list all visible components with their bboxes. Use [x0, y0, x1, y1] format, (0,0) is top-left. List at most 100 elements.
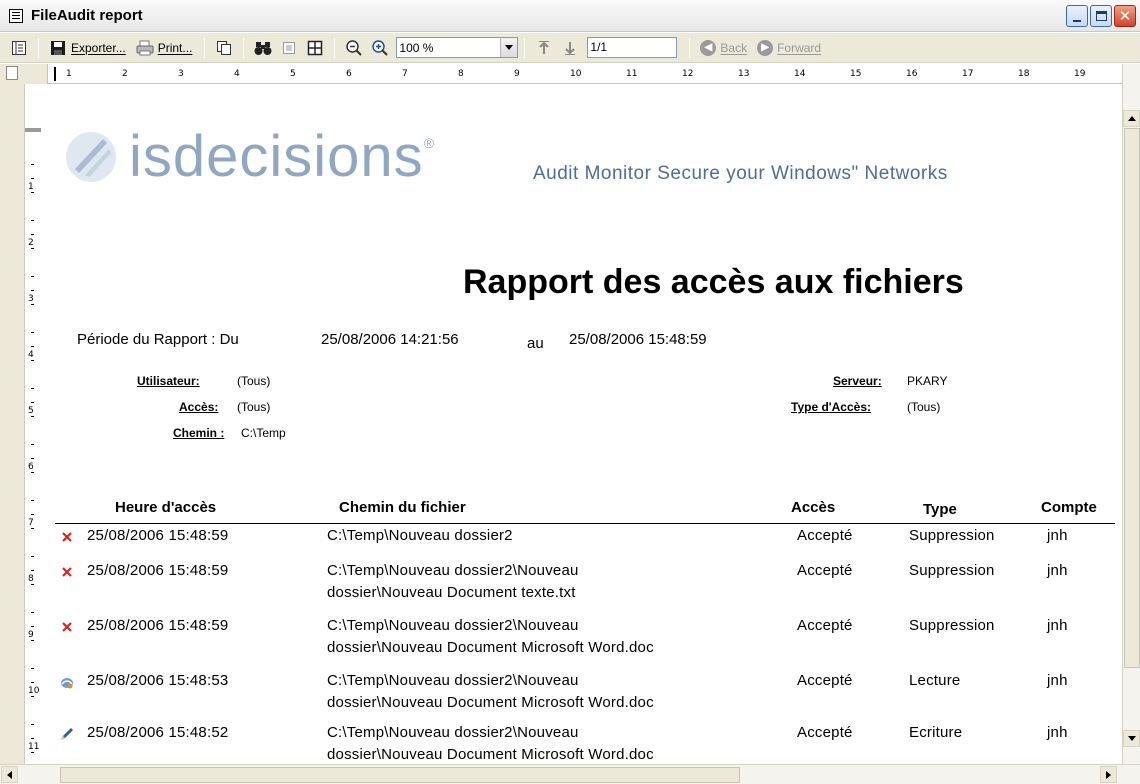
ruler-mark: 9 — [28, 630, 34, 640]
forward-arrow-icon[interactable]: ▶ — [757, 39, 774, 56]
next-page-button[interactable] — [560, 38, 580, 58]
row-path-continued: dossier\Nouveau Document texte.txt — [327, 584, 576, 601]
single-page-button[interactable] — [279, 38, 299, 58]
ruler-tick — [31, 192, 34, 193]
horizontal-scroll-thumb[interactable] — [60, 767, 740, 783]
row-account: jnh — [1047, 617, 1068, 634]
ruler-tick — [31, 346, 34, 347]
maximize-button[interactable] — [1090, 5, 1112, 27]
maximize-icon — [1095, 11, 1107, 21]
write-icon — [59, 726, 75, 742]
horizontal-scrollbar[interactable] — [0, 764, 1140, 784]
minimize-button[interactable] — [1066, 5, 1088, 27]
print-icon-button[interactable] — [135, 38, 155, 58]
row-time: 25/08/2006 15:48:59 — [87, 617, 229, 634]
multi-page-button[interactable] — [305, 38, 325, 58]
zoom-select[interactable]: 100 % — [396, 37, 519, 58]
window-title: FileAudit report — [31, 7, 143, 24]
single-page-icon — [283, 41, 296, 54]
ruler-mark: 11 — [28, 742, 40, 752]
ruler-top-marker — [25, 128, 41, 132]
zoom-dropdown-button[interactable] — [500, 38, 518, 57]
path-filter-value: C:\Temp — [241, 426, 286, 440]
header-divider — [55, 523, 1115, 524]
row-path: C:\Temp\Nouveau dossier2\Nouveau — [327, 672, 579, 689]
scroll-right-button[interactable] — [1100, 766, 1117, 783]
zoom-in-button[interactable] — [370, 38, 390, 58]
ruler-tick — [31, 178, 34, 179]
previous-page-button[interactable] — [534, 38, 554, 58]
ruler-mark: 6 — [346, 69, 352, 79]
row-path: C:\Temp\Nouveau dossier2\Nouveau — [327, 724, 579, 741]
row-path: C:\Temp\Nouveau dossier2\Nouveau — [327, 617, 579, 634]
ruler-mark: 9 — [514, 69, 520, 79]
ruler-mark: 13 — [738, 69, 750, 79]
ruler-mark: 2 — [122, 69, 128, 79]
ruler-tick — [31, 444, 34, 445]
ruler-tick — [31, 668, 34, 669]
column-header-time: Heure d'accès — [115, 499, 217, 516]
row-account: jnh — [1047, 562, 1068, 579]
ruler-tick — [31, 696, 34, 697]
print-button[interactable]: Print... — [158, 41, 193, 55]
close-button[interactable]: ✕ — [1114, 5, 1136, 27]
report-title: Rapport des accès aux fichiers — [463, 263, 964, 301]
ruler-mark: 19 — [1074, 69, 1086, 79]
ruler-tick — [31, 514, 34, 515]
vertical-scrollbar[interactable] — [1122, 64, 1140, 764]
back-arrow-icon[interactable]: ◀ — [700, 39, 717, 56]
logo-text: isdecisions — [129, 124, 424, 189]
row-path-continued: dossier\Nouveau Document Microsoft Word.… — [327, 746, 654, 763]
back-button[interactable]: Back — [720, 41, 747, 55]
ruler-tick — [31, 304, 34, 305]
arrow-right-icon — [1106, 770, 1111, 779]
page-down-icon — [565, 41, 576, 55]
ruler-mark: 4 — [28, 350, 34, 360]
zoom-out-button[interactable] — [344, 38, 364, 58]
ruler-tick — [31, 416, 34, 417]
scroll-down-button[interactable] — [1123, 730, 1140, 747]
ruler-tick — [31, 570, 34, 571]
period-to-label: au — [527, 335, 544, 352]
toggle-tree-button[interactable] — [9, 38, 29, 58]
export-button[interactable]: Exporter... — [71, 41, 126, 55]
ruler-tick — [31, 682, 34, 683]
row-access: Accepté — [797, 617, 853, 634]
toolbar-separator — [204, 37, 206, 58]
ruler-mark: 11 — [626, 69, 638, 79]
ruler-mark: 3 — [178, 69, 184, 79]
ruler-mark: 18 — [1018, 69, 1030, 79]
row-time: 25/08/2006 15:48:53 — [87, 672, 229, 689]
ruler-corner-box — [6, 66, 18, 80]
ruler-tick — [31, 724, 34, 725]
ruler-corner — [0, 64, 48, 84]
page-number-input[interactable]: 1/1 — [587, 37, 678, 58]
ruler-mark: 12 — [682, 69, 694, 79]
copy-button[interactable] — [214, 38, 234, 58]
close-icon: ✕ — [1118, 6, 1132, 25]
toolbar-separator — [38, 37, 39, 58]
tree-panel-icon — [12, 40, 26, 55]
ruler-mark: 4 — [234, 69, 240, 79]
toolbar: Exporter... Print... 100 % 1/1 ◀ Back ▶ … — [0, 33, 1140, 63]
access-type-filter-value: (Tous) — [907, 400, 941, 414]
ruler-tick — [31, 752, 34, 753]
forward-button[interactable]: Forward — [777, 41, 821, 55]
delete-icon — [59, 529, 75, 545]
row-type: Suppression — [909, 617, 995, 634]
row-type: Suppression — [909, 527, 995, 544]
arrow-up-icon — [1127, 116, 1136, 121]
read-icon — [59, 674, 75, 690]
registered-mark: ® — [423, 135, 435, 151]
export-icon-button[interactable] — [48, 38, 68, 58]
ruler-tick — [31, 360, 34, 361]
find-button[interactable] — [253, 38, 273, 58]
ruler-mark: 1 — [28, 182, 34, 192]
scroll-left-button[interactable] — [1, 766, 18, 783]
ruler-tick — [31, 472, 34, 473]
row-time: 25/08/2006 15:48:52 — [87, 724, 229, 741]
scroll-up-button[interactable] — [1123, 110, 1140, 127]
server-filter-value: PKARY — [907, 374, 948, 388]
vertical-scroll-thumb[interactable] — [1124, 128, 1140, 668]
arrow-left-icon — [7, 770, 12, 779]
